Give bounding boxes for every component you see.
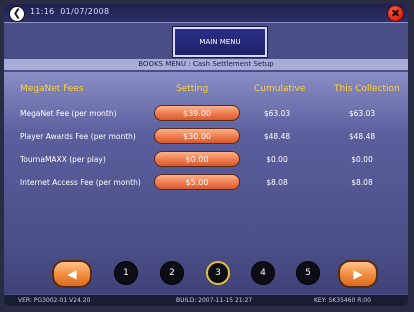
cumulative-value: $8.08	[266, 178, 288, 187]
screen: ❮ 11:16 01/07/2008 ✖ MAIN MENU BOOKS MEN…	[4, 4, 408, 306]
main-menu-button[interactable]: MAIN MENU	[173, 27, 267, 57]
page-button-5[interactable]: 5	[296, 261, 320, 285]
pagination-bar: ◀ 1 2 3 4 5 ▶	[4, 252, 408, 294]
collection-value: $0.00	[351, 155, 373, 164]
time: 11:16	[30, 7, 55, 16]
close-button[interactable]: ✖	[387, 5, 404, 22]
status-footer: VER: PG3002-01 V24.20 BUILD: 2007-11-15 …	[4, 295, 408, 306]
page-button-2[interactable]: 2	[160, 261, 184, 285]
page-subtitle: BOOKS MENU : Cash Settlement Setup	[4, 59, 408, 70]
version-info: VER: PG3002-01 V24.20	[18, 297, 91, 304]
header-setting: Setting	[176, 84, 209, 94]
page-button-1[interactable]: 1	[114, 261, 138, 285]
collection-value: $63.03	[348, 109, 376, 118]
close-icon: ✖	[390, 7, 401, 20]
date: 01/07/2008	[60, 7, 110, 16]
header-collection: This Collection	[334, 84, 400, 94]
header-fees: MegaNet Fees	[20, 84, 84, 94]
setting-field[interactable]: $0.00	[154, 151, 240, 167]
collection-value: $48.48	[348, 132, 376, 141]
page-button-4[interactable]: 4	[251, 261, 275, 285]
row-label: MegaNet Fee (per month)	[20, 109, 117, 118]
row-label: TournaMAXX (per play)	[20, 155, 106, 164]
arrow-left-icon: ◀	[67, 267, 77, 281]
row-label: Internet Access Fee (per month)	[20, 178, 141, 187]
prev-page-button[interactable]: ◀	[52, 260, 92, 288]
build-info: BUILD: 2007-11-15 21:27	[176, 297, 253, 304]
collection-value: $8.08	[351, 178, 373, 187]
cumulative-value: $63.03	[263, 109, 291, 118]
page-button-3[interactable]: 3	[206, 261, 230, 285]
setting-field[interactable]: $39.00	[154, 105, 240, 121]
row-label: Player Awards Fee (per month)	[20, 132, 136, 141]
datetime: 11:16 01/07/2008	[30, 7, 109, 16]
next-page-button[interactable]: ▶	[338, 260, 378, 288]
fees-table: MegaNet Fees Setting Cumulative This Col…	[4, 72, 408, 252]
back-button[interactable]: ❮	[9, 6, 25, 22]
cumulative-value: $48.48	[263, 132, 291, 141]
arrow-right-icon: ▶	[353, 267, 363, 281]
back-arrow-icon: ❮	[12, 8, 22, 19]
key-info: KEY: SK35460 R:00	[314, 297, 371, 304]
cumulative-value: $0.00	[266, 155, 288, 164]
setting-field[interactable]: $30.00	[154, 128, 240, 144]
top-bar: ❮ 11:16 01/07/2008 ✖	[4, 4, 408, 23]
setting-field[interactable]: $5.00	[154, 174, 240, 190]
header-cumulative: Cumulative	[254, 84, 306, 94]
